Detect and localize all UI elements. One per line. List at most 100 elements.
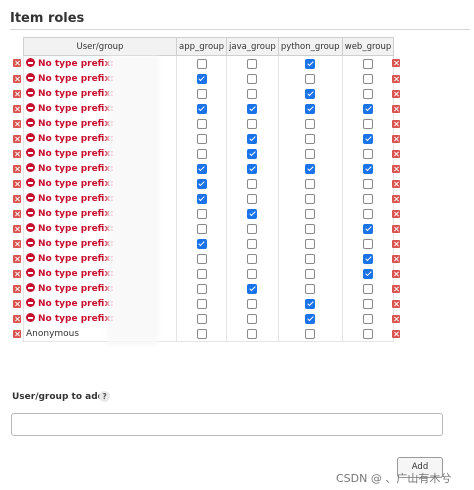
delete-row-icon[interactable] xyxy=(13,284,21,293)
java-group-checkbox[interactable] xyxy=(247,223,258,234)
python-group-checkbox[interactable] xyxy=(305,58,316,69)
java-group-checkbox[interactable] xyxy=(247,253,258,264)
web-group-checkbox[interactable] xyxy=(363,103,373,114)
python-group-checkbox[interactable] xyxy=(305,178,316,189)
python-group-checkbox[interactable] xyxy=(305,163,316,174)
app-group-checkbox[interactable] xyxy=(196,73,207,84)
delete-row-icon[interactable] xyxy=(392,299,400,308)
delete-row-icon[interactable] xyxy=(392,179,400,188)
delete-row-icon[interactable] xyxy=(392,59,400,68)
python-group-checkbox[interactable] xyxy=(305,313,316,324)
delete-row-icon[interactable] xyxy=(13,179,21,188)
delete-row-icon[interactable] xyxy=(13,134,21,143)
python-group-checkbox[interactable] xyxy=(305,223,316,234)
java-group-checkbox[interactable] xyxy=(247,103,258,114)
java-group-checkbox[interactable] xyxy=(247,328,258,339)
python-group-checkbox[interactable] xyxy=(305,73,316,84)
app-group-checkbox[interactable] xyxy=(196,88,207,99)
delete-row-icon[interactable] xyxy=(392,74,400,83)
python-group-checkbox[interactable] xyxy=(305,328,316,339)
python-group-checkbox[interactable] xyxy=(305,148,316,159)
app-group-checkbox[interactable] xyxy=(196,328,207,339)
web-group-checkbox[interactable] xyxy=(363,178,373,189)
app-group-checkbox[interactable] xyxy=(196,298,207,309)
app-group-checkbox[interactable] xyxy=(196,118,207,129)
python-group-checkbox[interactable] xyxy=(305,103,316,114)
web-group-checkbox[interactable] xyxy=(363,208,373,219)
web-group-checkbox[interactable] xyxy=(363,298,373,309)
web-group-checkbox[interactable] xyxy=(363,58,373,69)
java-group-checkbox[interactable] xyxy=(247,73,258,84)
java-group-checkbox[interactable] xyxy=(247,268,258,279)
delete-row-icon[interactable] xyxy=(13,59,21,68)
app-group-checkbox[interactable] xyxy=(196,268,207,279)
delete-row-icon[interactable] xyxy=(392,314,400,323)
add-user-input[interactable] xyxy=(11,413,443,436)
delete-row-icon[interactable] xyxy=(392,209,400,218)
app-group-checkbox[interactable] xyxy=(196,163,207,174)
web-group-checkbox[interactable] xyxy=(363,163,373,174)
delete-row-icon[interactable] xyxy=(392,224,400,233)
java-group-checkbox[interactable] xyxy=(247,298,258,309)
java-group-checkbox[interactable] xyxy=(247,193,258,204)
java-group-checkbox[interactable] xyxy=(247,178,258,189)
delete-row-icon[interactable] xyxy=(13,224,21,233)
delete-row-icon[interactable] xyxy=(13,74,21,83)
python-group-checkbox[interactable] xyxy=(305,208,316,219)
delete-row-icon[interactable] xyxy=(13,299,21,308)
delete-row-icon[interactable] xyxy=(13,194,21,203)
delete-row-icon[interactable] xyxy=(392,284,400,293)
delete-row-icon[interactable] xyxy=(392,269,400,278)
help-icon[interactable]: ? xyxy=(99,391,110,402)
java-group-checkbox[interactable] xyxy=(247,238,258,249)
delete-row-icon[interactable] xyxy=(13,164,21,173)
app-group-checkbox[interactable] xyxy=(196,178,207,189)
delete-row-icon[interactable] xyxy=(13,119,21,128)
python-group-checkbox[interactable] xyxy=(305,238,316,249)
web-group-checkbox[interactable] xyxy=(363,148,373,159)
java-group-checkbox[interactable] xyxy=(247,133,258,144)
web-group-checkbox[interactable] xyxy=(363,73,373,84)
app-group-checkbox[interactable] xyxy=(196,283,207,294)
delete-row-icon[interactable] xyxy=(392,104,400,113)
delete-row-icon[interactable] xyxy=(392,89,400,98)
delete-row-icon[interactable] xyxy=(13,269,21,278)
delete-row-icon[interactable] xyxy=(392,119,400,128)
python-group-checkbox[interactable] xyxy=(305,253,316,264)
web-group-checkbox[interactable] xyxy=(363,223,373,234)
app-group-checkbox[interactable] xyxy=(196,253,207,264)
app-group-checkbox[interactable] xyxy=(196,208,207,219)
web-group-checkbox[interactable] xyxy=(363,193,373,204)
web-group-checkbox[interactable] xyxy=(363,88,373,99)
web-group-checkbox[interactable] xyxy=(363,283,373,294)
java-group-checkbox[interactable] xyxy=(247,88,258,99)
delete-row-icon[interactable] xyxy=(13,314,21,323)
delete-row-icon[interactable] xyxy=(13,209,21,218)
java-group-checkbox[interactable] xyxy=(247,163,258,174)
java-group-checkbox[interactable] xyxy=(247,313,258,324)
java-group-checkbox[interactable] xyxy=(247,283,258,294)
python-group-checkbox[interactable] xyxy=(305,88,316,99)
web-group-checkbox[interactable] xyxy=(363,313,373,324)
app-group-checkbox[interactable] xyxy=(196,238,207,249)
python-group-checkbox[interactable] xyxy=(305,268,316,279)
java-group-checkbox[interactable] xyxy=(247,58,258,69)
delete-row-icon[interactable] xyxy=(392,254,400,263)
app-group-checkbox[interactable] xyxy=(196,58,207,69)
delete-row-icon[interactable] xyxy=(13,239,21,248)
app-group-checkbox[interactable] xyxy=(196,313,207,324)
app-group-checkbox[interactable] xyxy=(196,133,207,144)
delete-row-icon[interactable] xyxy=(13,329,21,338)
delete-row-icon[interactable] xyxy=(392,149,400,158)
python-group-checkbox[interactable] xyxy=(305,133,316,144)
python-group-checkbox[interactable] xyxy=(305,283,316,294)
web-group-checkbox[interactable] xyxy=(363,268,373,279)
delete-row-icon[interactable] xyxy=(392,164,400,173)
java-group-checkbox[interactable] xyxy=(247,208,258,219)
delete-row-icon[interactable] xyxy=(392,329,400,338)
delete-row-icon[interactable] xyxy=(392,134,400,143)
web-group-checkbox[interactable] xyxy=(363,328,373,339)
app-group-checkbox[interactable] xyxy=(196,148,207,159)
web-group-checkbox[interactable] xyxy=(363,253,373,264)
java-group-checkbox[interactable] xyxy=(247,148,258,159)
